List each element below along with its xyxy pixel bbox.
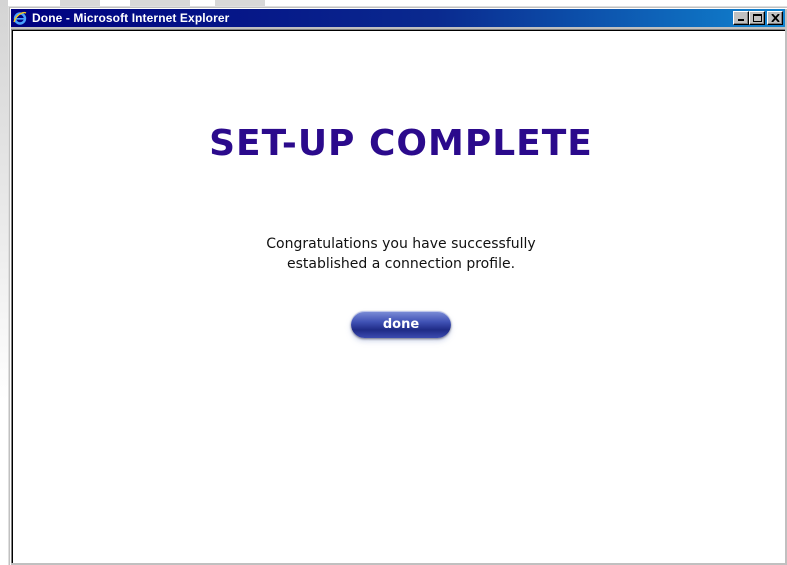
window-title: Done - Microsoft Internet Explorer [32, 11, 230, 25]
close-button[interactable] [767, 11, 783, 25]
backdrop-strip [0, 0, 8, 400]
browser-window: Done - Microsoft Internet Explorer SET-U… [8, 6, 787, 565]
done-button-container: done [349, 309, 453, 343]
maximize-icon [753, 14, 762, 22]
page-content: SET-UP COMPLETE Congratulations you have… [11, 29, 785, 563]
maximize-button[interactable] [749, 11, 765, 25]
done-button[interactable]: done [351, 311, 451, 338]
minimize-icon [738, 19, 744, 21]
message-line-2: established a connection profile. [286, 256, 516, 272]
close-icon [770, 14, 780, 22]
title-bar[interactable]: Done - Microsoft Internet Explorer [11, 9, 785, 27]
page-title: SET-UP COMPLETE [209, 123, 593, 164]
window-controls [733, 11, 783, 25]
page-viewport: SET-UP COMPLETE Congratulations you have… [12, 30, 785, 563]
ie-logo-icon[interactable] [12, 10, 28, 26]
message-line-1: Congratulations you have successfully [266, 236, 536, 252]
minimize-button[interactable] [733, 11, 749, 25]
confirmation-message: Congratulations you have successfully es… [13, 234, 787, 274]
